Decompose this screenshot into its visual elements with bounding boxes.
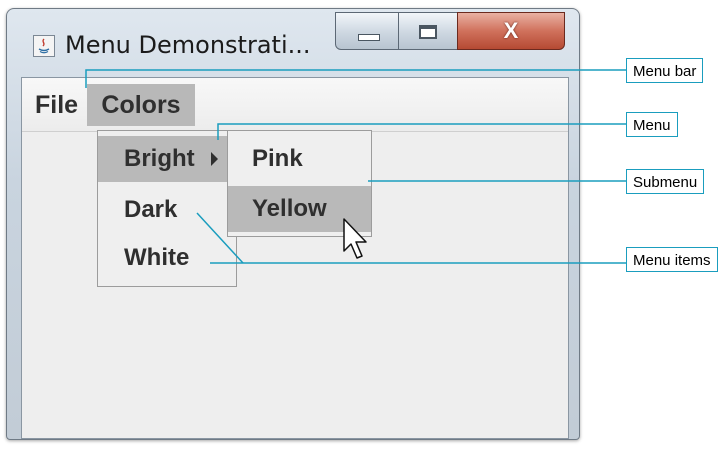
leader-menu <box>217 123 626 140</box>
callout-menu-bar: Menu bar <box>626 58 704 83</box>
leader-menu-items-dark <box>196 212 244 264</box>
leader-menu-bar <box>85 69 626 88</box>
callout-menu: Menu <box>626 112 678 137</box>
callout-submenu: Submenu <box>626 169 705 194</box>
callout-menu-items: Menu items <box>626 247 718 272</box>
callout-leader-lines <box>85 69 626 264</box>
